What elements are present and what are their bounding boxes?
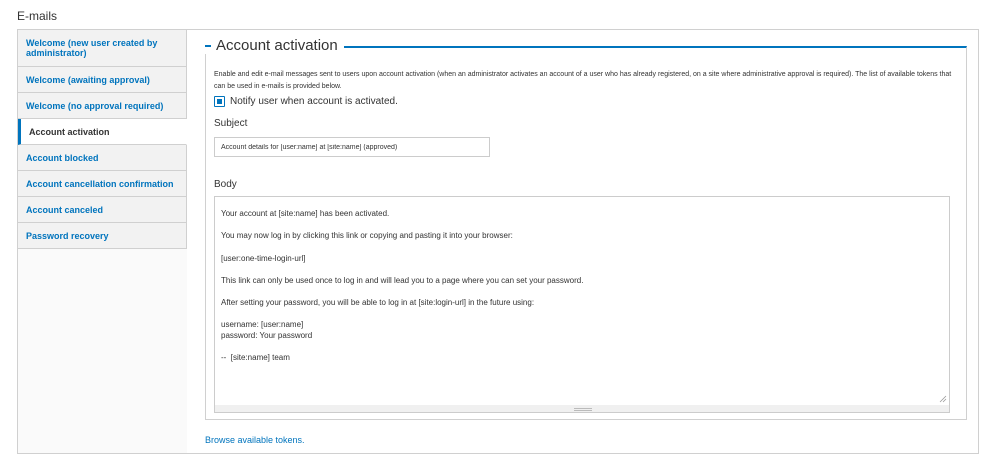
vertical-tabs-menu: Welcome (new user created by administrat… <box>18 30 187 249</box>
browse-tokens-link[interactable]: Browse available tokens. <box>205 435 305 445</box>
textarea-grippie[interactable] <box>214 405 950 413</box>
tab-label: Password recovery <box>26 230 109 241</box>
tab-panel-account-activation: Account activation Enable and edit e-mai… <box>187 30 978 453</box>
subject-input[interactable] <box>214 137 490 157</box>
tab-welcome-admin-created[interactable]: Welcome (new user created by administrat… <box>18 30 187 67</box>
resize-handle-icon[interactable] <box>939 395 947 403</box>
notify-checkbox[interactable] <box>214 96 225 107</box>
section-title: Account activation <box>216 37 338 54</box>
tab-password-recovery[interactable]: Password recovery <box>18 223 187 249</box>
tab-label: Account canceled <box>26 204 104 215</box>
tab-label: Welcome (awaiting approval) <box>26 74 150 85</box>
page-heading: E-mails <box>17 9 58 23</box>
notify-checkbox-row[interactable]: Notify user when account is activated. <box>214 96 398 107</box>
account-activation-fieldset: Account activation Enable and edit e-mai… <box>205 37 967 420</box>
vertical-tabs: Welcome (new user created by administrat… <box>17 29 979 454</box>
fieldset-legend: Account activation <box>205 37 344 54</box>
checkbox-checked-icon <box>217 99 222 104</box>
body-label: Body <box>214 179 237 190</box>
tab-welcome-no-approval[interactable]: Welcome (no approval required) <box>18 93 187 119</box>
tab-label: Account blocked <box>26 152 99 163</box>
tab-label: Welcome (no approval required) <box>26 100 164 111</box>
tab-label: Welcome (new user created by administrat… <box>26 38 158 58</box>
section-description: Enable and edit e-mail messages sent to … <box>214 71 952 90</box>
tab-label: Account cancellation confirmation <box>26 178 174 189</box>
tab-account-canceled[interactable]: Account canceled <box>18 197 187 223</box>
tab-welcome-awaiting-approval[interactable]: Welcome (awaiting approval) <box>18 67 187 93</box>
body-text: [user:name], Your account at [site:name]… <box>221 209 584 363</box>
tab-label: Account activation <box>29 126 110 137</box>
legend-dash-icon <box>205 44 211 47</box>
tab-account-activation[interactable]: Account activation <box>18 119 187 145</box>
body-textarea[interactable]: [user:name], Your account at [site:name]… <box>214 196 950 406</box>
notify-checkbox-label: Notify user when account is activated. <box>230 96 398 107</box>
grippie-handle-icon <box>574 408 592 411</box>
subject-label: Subject <box>214 118 248 129</box>
tab-account-blocked[interactable]: Account blocked <box>18 145 187 171</box>
tab-account-cancellation-confirmation[interactable]: Account cancellation confirmation <box>18 171 187 197</box>
